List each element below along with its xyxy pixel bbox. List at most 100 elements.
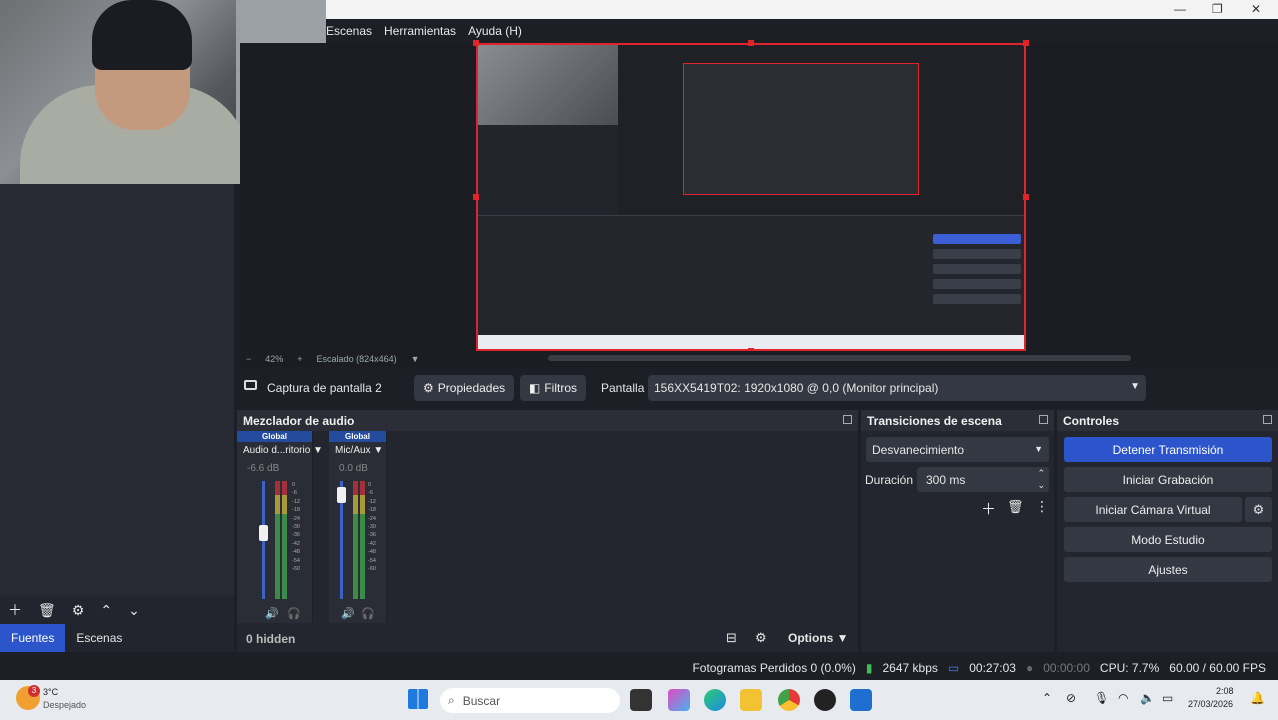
preview-canvas[interactable] [476,43,1026,351]
status-bar: Fotogramas Perdidos 0 (0.0%) ▮ 2647 kbps… [0,655,1278,680]
arrow-down-icon[interactable]: ⌄ [128,602,140,619]
speaker-icon[interactable]: 🔊 [341,607,355,620]
mixer-header: Mezclador de audio [237,410,858,431]
stop-stream-button[interactable]: Detener Transmisión [1064,437,1272,462]
clock-date[interactable]: 27/03/2026 [1188,699,1233,709]
resize-handle-l[interactable] [473,194,479,200]
microphone-icon[interactable]: 🎙 [1094,691,1109,705]
trash-icon[interactable]: 🗑 [1007,499,1024,515]
settings-button[interactable]: Ajustes [1064,557,1272,582]
menu-escenas[interactable]: Escenas [326,24,372,38]
settings-icon[interactable]: ⚙ [755,630,767,646]
start-recording-button[interactable]: Iniciar Grabación [1064,467,1272,492]
display-select[interactable]: 156XX5419T02: 1920x1080 @ 0,0 (Monitor p… [648,375,1146,401]
weather-desc: Despejado [43,700,87,710]
notification-icon[interactable]: 🔔 [1250,691,1265,705]
edge-icon[interactable] [704,689,726,711]
meter-scale: 0 -6 -12 -18 -24 -30 -36 -42 -48 -54 -60 [368,482,376,573]
zoom-in-button[interactable]: + [297,354,302,364]
record-time: 00:00:00 [1043,660,1090,675]
level-meter [282,481,287,599]
level-meter [353,481,358,599]
plus-icon[interactable]: ＋ [8,600,22,620]
battery-icon[interactable]: ▭ [1162,691,1173,705]
weather-temp: 3°C [43,687,59,697]
undock-icon[interactable] [1263,415,1272,424]
resize-handle-r[interactable] [1023,194,1029,200]
fader-knob[interactable] [337,486,346,503]
chevron-down-icon: ▼ [1034,444,1043,454]
scale-dropdown-icon[interactable]: ▼ [411,354,420,364]
obs-icon[interactable] [814,689,836,711]
chrome-icon[interactable] [778,689,800,711]
file-explorer-icon[interactable] [740,689,762,711]
clock-time[interactable]: 2:08 [1216,686,1234,696]
menu-herramientas[interactable]: Herramientas [384,24,456,38]
channel-tag: Global [237,431,312,442]
taskbar-search[interactable]: ⌕ Buscar [440,688,620,713]
display-label: Pantalla [601,381,645,395]
preview-scrollbar[interactable] [548,355,1131,361]
sources-list[interactable] [0,184,234,596]
gear-icon[interactable]: ⚙ [1245,497,1272,522]
options-button[interactable]: Options ▼ [788,631,849,645]
task-view-icon[interactable] [630,689,652,711]
headphones-icon[interactable]: 🎧 [361,607,375,620]
close-icon[interactable]: ✕ [1251,2,1261,16]
properties-button[interactable]: ⚙ Propiedades [414,375,515,401]
transitions-title: Transiciones de escena [867,413,1002,428]
studio-mode-button[interactable]: Modo Estudio [1064,527,1272,552]
record-icon: ● [1025,660,1034,675]
stream-time: 00:27:03 [969,660,1016,675]
arrow-up-icon[interactable]: ⌃ [100,602,112,619]
mixer-footer: 0 hidden ⊟ ⚙ Options ▼ [237,625,858,652]
layout-icon[interactable]: ⊟ [726,630,737,646]
trash-icon[interactable]: 🗑 [38,602,56,619]
undock-icon[interactable] [843,415,852,424]
headphones-icon[interactable]: 🎧 [287,607,301,620]
fader-knob[interactable] [259,525,268,541]
speaker-icon[interactable]: 🔊 [265,607,279,620]
duration-input[interactable]: 300 ms ⌃ ⌄ [917,467,1049,492]
mixer-title: Mezclador de audio [243,413,355,428]
controls-title: Controles [1063,413,1120,428]
mixer-channel-desktop: Global Audio d...ritorio ▼ -6.6 dB 0 -6 -1… [237,431,323,623]
duration-label: Duración [865,473,914,487]
tray-chevron-icon[interactable]: ⌃ [1042,691,1052,705]
channel-name[interactable]: Mic/Aux ▼ [335,445,383,456]
network-off-icon[interactable]: ⊘ [1066,691,1076,705]
search-icon: ⌕ [448,693,455,707]
transition-select[interactable]: Desvanecimiento ▼ [866,437,1049,462]
resize-handle-tl[interactable] [473,40,479,46]
undock-icon[interactable] [1039,415,1048,424]
tab-fuentes[interactable]: Fuentes [0,624,66,652]
window-titlebar: — ❐ ✕ [326,0,1278,19]
resize-handle-t[interactable] [748,40,754,46]
add-transition-icon[interactable]: ＋ [981,498,996,519]
minimize-icon[interactable]: — [1174,2,1186,16]
chevron-down-icon: ▼ [1130,381,1140,392]
zoom-out-button[interactable]: − [246,354,251,364]
resize-handle-tr[interactable] [1023,40,1029,46]
channel-name[interactable]: Audio d...ritorio ▼ [243,445,323,456]
copilot-icon[interactable] [668,689,690,711]
nested-preview [683,63,919,195]
volume-icon[interactable]: 🔈 [1140,691,1155,705]
scale-label: Escalado (824x464) [316,354,397,364]
menu-ayuda[interactable]: Ayuda (H) [468,24,522,38]
channel-db: -6.6 dB [247,463,280,474]
stepper-icon[interactable]: ⌃ ⌄ [1037,467,1045,491]
app-icon[interactable] [850,689,872,711]
start-virtual-camera-button[interactable]: Iniciar Cámara Virtual [1064,497,1242,522]
maximize-icon[interactable]: ❐ [1212,2,1223,16]
wifi-icon[interactable]: ◠ [1118,691,1128,705]
windows-start-icon[interactable] [408,689,428,709]
tab-escenas[interactable]: Escenas [65,624,133,652]
level-meter [360,481,365,599]
source-context-bar: Captura de pantalla 2 ⚙ Propiedades ◧ Fi… [234,368,1278,408]
gear-icon[interactable]: ⚙ [72,602,85,619]
more-icon[interactable]: ⋮ [1035,498,1049,515]
filters-button[interactable]: ◧ Filtros [520,375,587,401]
meter-scale: 0 -6 -12 -18 -24 -30 -36 -42 -48 -54 -60 [292,482,300,573]
stream-icon: ▭ [947,660,960,675]
